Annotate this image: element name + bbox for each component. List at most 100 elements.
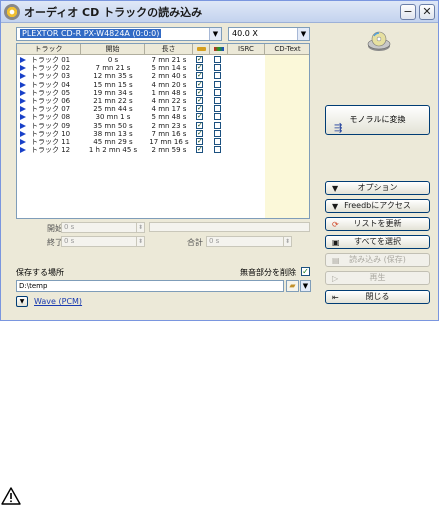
folder-icon[interactable]: ▰ (286, 280, 299, 292)
convert-icon: ⇶ (334, 123, 343, 134)
save-path-input[interactable]: D:\temp (16, 280, 284, 292)
chevron-down-icon[interactable]: ▼ (300, 280, 311, 292)
track-extra-checkbox[interactable] (214, 138, 221, 145)
freedb-button[interactable]: ▼ Freedbにアクセス (325, 199, 430, 213)
start-field[interactable]: 0 s ⬍ (61, 222, 145, 233)
chevron-down-icon[interactable]: ▼ (209, 28, 221, 40)
track-select-checkbox[interactable]: ✓ (196, 80, 203, 88)
column-isrc[interactable]: ISRC (228, 44, 265, 55)
track-start: 25 mn 44 s (93, 105, 133, 114)
track-row[interactable]: トラック 03 12 mn 35 s 2 mn 40 s ✓ (17, 72, 309, 80)
close-button[interactable]: ⇤ 閉じる (325, 290, 430, 304)
column-length[interactable]: 長さ (145, 44, 193, 55)
track-select-checkbox[interactable]: ✓ (196, 113, 203, 121)
track-flag-icon (20, 139, 26, 145)
title-bar[interactable]: オーディオ CD トラックの読み込み − ✕ (1, 1, 438, 23)
track-row[interactable]: トラック 08 30 mn 1 s 5 mn 48 s ✓ (17, 113, 309, 121)
column-select[interactable] (193, 44, 210, 55)
select-all-button[interactable]: ▣ すべてを選択 (325, 235, 430, 249)
track-extra-checkbox[interactable] (214, 88, 221, 96)
track-flag-icon (20, 98, 26, 104)
refresh-icon: ⟳ (332, 220, 339, 229)
track-extra-checkbox[interactable] (214, 72, 221, 80)
options-button[interactable]: ▼ オプション (325, 181, 430, 195)
track-select-checkbox[interactable]: ✓ (196, 72, 203, 80)
track-select-checkbox[interactable]: ✓ (196, 64, 203, 72)
speed-select[interactable]: 40.0 X ▼ (228, 27, 310, 41)
track-length: 2 mn 59 s (151, 146, 187, 155)
track-select-checkbox[interactable]: ✓ (196, 105, 203, 113)
track-select-checkbox[interactable]: ✓ (196, 129, 203, 137)
convert-mono-button[interactable]: ⇶ モノラルに変換 (325, 105, 430, 135)
track-start: 15 mn 15 s (93, 80, 133, 89)
close-window-button[interactable]: ✕ (419, 4, 435, 20)
track-extra-checkbox[interactable] (214, 56, 221, 63)
track-select-checkbox[interactable]: ✓ (196, 121, 203, 129)
track-name: トラック 12 (31, 146, 71, 155)
play-button[interactable]: ▷ 再生 (325, 271, 430, 285)
refresh-list-button[interactable]: ⟳ リストを更新 (325, 217, 430, 231)
track-length: 1 mn 48 s (151, 88, 187, 97)
cd-drive-icon (367, 31, 391, 51)
spinner-icon[interactable]: ⬍ (136, 223, 144, 232)
total-value: 0 s (209, 237, 220, 245)
track-list[interactable]: トラック 開始 長さ ISRC CD-Text トラック 01 0 s7 mn 2… (16, 43, 310, 219)
format-dropdown-button[interactable]: ▼ (16, 296, 28, 307)
column-cd-text[interactable]: CD-Text (265, 44, 309, 55)
track-length: 7 mn 21 s (151, 56, 187, 64)
track-length: 4 mn 17 s (151, 105, 187, 114)
track-flag-icon (20, 73, 26, 80)
track-select-checkbox[interactable]: ✓ (196, 97, 203, 104)
track-row[interactable]: トラック 09 35 mn 50 s 2 mn 23 s ✓ (17, 121, 309, 130)
track-row[interactable]: トラック 10 38 mn 13 s 7 mn 16 s ✓ (17, 129, 309, 138)
spinner-icon[interactable]: ⬍ (136, 237, 144, 246)
track-row[interactable]: トラック 04 15 mn 15 s 4 mn 20 s ✓ (17, 80, 309, 89)
warning-icon (1, 487, 21, 505)
minimize-button[interactable]: − (400, 4, 416, 20)
track-length: 4 mn 22 s (151, 97, 187, 105)
track-extra-checkbox[interactable] (214, 80, 221, 88)
options-label: オプション (357, 183, 398, 192)
track-flag-icon (20, 57, 26, 63)
select-all-label: すべてを選択 (354, 237, 401, 246)
column-extra[interactable] (210, 44, 228, 55)
track-name: トラック 09 (31, 121, 71, 130)
track-extra-checkbox[interactable] (214, 105, 221, 113)
chevron-down-icon[interactable]: ▼ (297, 28, 309, 40)
end-field[interactable]: 0 s ⬍ (61, 236, 145, 247)
delete-silence-checkbox[interactable]: ✓ (301, 267, 310, 276)
track-select-checkbox[interactable]: ✓ (196, 56, 203, 63)
column-track[interactable]: トラック (17, 44, 81, 55)
track-flag-icon (20, 89, 26, 96)
track-row[interactable]: トラック 05 19 mn 34 s 1 mn 48 s ✓ (17, 88, 309, 97)
track-start: 38 mn 13 s (93, 129, 133, 138)
track-extra-checkbox[interactable] (214, 146, 221, 154)
format-link[interactable]: Wave (PCM) (34, 297, 82, 306)
track-row[interactable]: トラック 02 7 mn 21 s 5 mn 14 s ✓ (17, 64, 309, 72)
save-location-label: 保存する場所 (16, 268, 64, 277)
track-extra-checkbox[interactable] (214, 64, 221, 72)
refresh-list-label: リストを更新 (353, 219, 402, 228)
track-select-checkbox[interactable]: ✓ (196, 146, 203, 154)
track-extra-checkbox[interactable] (214, 113, 221, 121)
play-icon: ▷ (332, 274, 339, 283)
column-start[interactable]: 開始 (81, 44, 145, 55)
total-field[interactable]: 0 s ⬍ (206, 236, 292, 247)
track-select-checkbox[interactable]: ✓ (196, 138, 203, 145)
track-select-checkbox[interactable]: ✓ (196, 88, 203, 96)
track-row[interactable]: トラック 12 1 h 2 mn 45 s 2 mn 59 s ✓ (17, 146, 309, 154)
track-extra-checkbox[interactable] (214, 97, 221, 104)
track-row[interactable]: トラック 07 25 mn 44 s 4 mn 17 s ✓ (17, 105, 309, 113)
audio-cd-import-window: オーディオ CD トラックの読み込み − ✕ PLEXTOR CD-R PX-W… (0, 0, 439, 321)
spinner-icon[interactable]: ⬍ (283, 237, 291, 246)
track-name: トラック 02 (31, 64, 71, 73)
track-row[interactable]: トラック 11 45 mn 29 s 17 mn 16 s ✓ (17, 138, 309, 146)
read-save-button[interactable]: ▤ 読み込み (保存) (325, 253, 430, 267)
track-extra-checkbox[interactable] (214, 129, 221, 137)
track-row[interactable]: トラック 06 21 mn 22 s 4 mn 22 s ✓ (17, 97, 309, 105)
drive-select[interactable]: PLEXTOR CD-R PX-W4824A (0:0:0) ▼ (16, 27, 222, 41)
track-row[interactable]: トラック 01 0 s 7 mn 21 s ✓ (17, 56, 309, 64)
track-extra-checkbox[interactable] (214, 121, 221, 129)
track-name: トラック 11 (31, 138, 71, 146)
track-name: トラック 05 (31, 88, 71, 97)
